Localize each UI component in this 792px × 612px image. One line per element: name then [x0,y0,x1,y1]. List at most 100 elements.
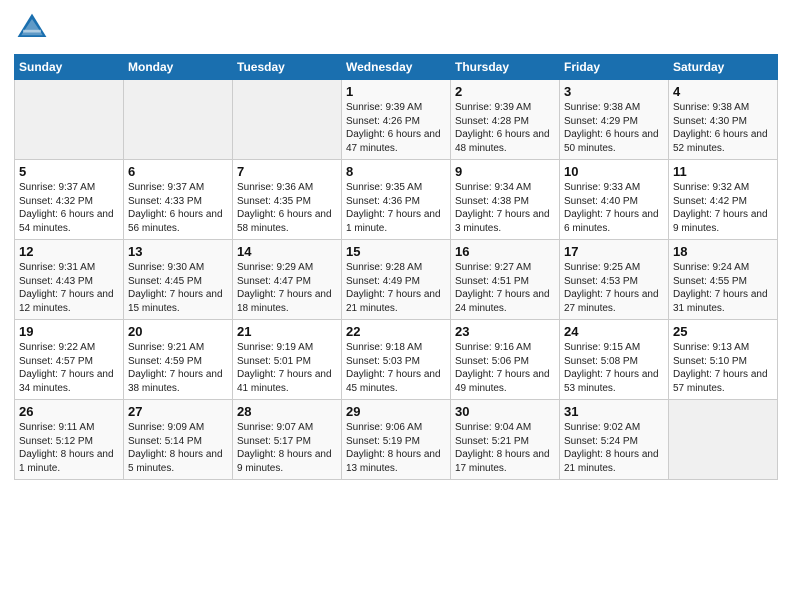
calendar-cell: 30Sunrise: 9:04 AM Sunset: 5:21 PM Dayli… [451,400,560,480]
day-number: 12 [19,244,119,259]
calendar-cell: 29 Sunrise: 9:06 AM Sunset: 5:19 PM Dayli… [342,400,451,480]
day-number: 17 [564,244,664,259]
day-number: 13 [128,244,228,259]
calendar-cell: 14Sunrise: 9:29 AM Sunset: 4:47 PM Dayli… [233,240,342,320]
calendar-cell: 27 Sunrise: 9:09 AM Sunset: 5:14 PM Dayli… [124,400,233,480]
calendar-cell: 18 Sunrise: 9:24 AM Sunset: 4:55 PM Dayli… [669,240,778,320]
day-number: 29 [346,404,446,419]
day-number: 15 [346,244,446,259]
cell-info: Sunrise: 9:19 AM Sunset: 5:01 PM Dayligh… [237,341,337,395]
weekday-header-sunday: Sunday [15,55,124,80]
cell-info: Sunrise: 9:09 AM Sunset: 5:14 PM Dayligh… [128,421,228,475]
day-number: 2 [455,84,555,99]
day-number: 14 [237,244,337,259]
cell-info: Sunrise: 9:06 AM Sunset: 5:19 PM Dayligh… [346,421,446,475]
day-number: 7 [237,164,337,179]
day-number: 5 [19,164,119,179]
page-container: SundayMondayTuesdayWednesdayThursdayFrid… [0,0,792,486]
cell-info: Sunrise: 9:38 AM Sunset: 4:30 PM Dayligh… [673,101,773,155]
day-number: 6 [128,164,228,179]
day-number: 3 [564,84,664,99]
logo-icon [14,10,50,46]
cell-info: Sunrise: 9:24 AM Sunset: 4:55 PM Dayligh… [673,261,773,315]
day-number: 11 [673,164,773,179]
calendar-cell: 5 Sunrise: 9:37 AM Sunset: 4:32 PM Daylig… [15,160,124,240]
calendar-cell: 21 Sunrise: 9:19 AM Sunset: 5:01 PM Dayli… [233,320,342,400]
calendar-cell: 6 Sunrise: 9:37 AM Sunset: 4:33 PM Daylig… [124,160,233,240]
logo [14,10,54,46]
day-number: 9 [455,164,555,179]
day-number: 27 [128,404,228,419]
calendar-cell: 12 Sunrise: 9:31 AM Sunset: 4:43 PM Dayli… [15,240,124,320]
weekday-header-wednesday: Wednesday [342,55,451,80]
day-number: 31 [564,404,664,419]
calendar-cell: 20Sunrise: 9:21 AM Sunset: 4:59 PM Dayli… [124,320,233,400]
calendar-week-row: 26 Sunrise: 9:11 AM Sunset: 5:12 PM Dayli… [15,400,778,480]
calendar-cell: 1 Sunrise: 9:39 AM Sunset: 4:26 PM Daylig… [342,80,451,160]
day-number: 26 [19,404,119,419]
cell-info: Sunrise: 9:31 AM Sunset: 4:43 PM Dayligh… [19,261,119,315]
cell-info: Sunrise: 9:27 AM Sunset: 4:51 PM Dayligh… [455,261,555,315]
day-number: 10 [564,164,664,179]
calendar-cell [233,80,342,160]
calendar-cell: 17 Sunrise: 9:25 AM Sunset: 4:53 PM Dayli… [560,240,669,320]
weekday-header-monday: Monday [124,55,233,80]
cell-info: Sunrise: 9:36 AM Sunset: 4:35 PM Dayligh… [237,181,337,235]
day-number: 24 [564,324,664,339]
cell-info: Sunrise: 9:37 AM Sunset: 4:33 PM Dayligh… [128,181,228,235]
day-number: 1 [346,84,446,99]
cell-info: Sunrise: 9:33 AM Sunset: 4:40 PM Dayligh… [564,181,664,235]
cell-info: Sunrise: 9:15 AM Sunset: 5:08 PM Dayligh… [564,341,664,395]
calendar-cell: 28Sunrise: 9:07 AM Sunset: 5:17 PM Dayli… [233,400,342,480]
cell-info: Sunrise: 9:21 AM Sunset: 4:59 PM Dayligh… [128,341,228,395]
calendar-cell: 3 Sunrise: 9:38 AM Sunset: 4:29 PM Daylig… [560,80,669,160]
calendar-cell: 9 Sunrise: 9:34 AM Sunset: 4:38 PM Daylig… [451,160,560,240]
calendar-cell: 13 Sunrise: 9:30 AM Sunset: 4:45 PM Dayli… [124,240,233,320]
cell-info: Sunrise: 9:39 AM Sunset: 4:26 PM Dayligh… [346,101,446,155]
day-number: 25 [673,324,773,339]
calendar-cell: 10 Sunrise: 9:33 AM Sunset: 4:40 PM Dayli… [560,160,669,240]
cell-info: Sunrise: 9:38 AM Sunset: 4:29 PM Dayligh… [564,101,664,155]
cell-info: Sunrise: 9:25 AM Sunset: 4:53 PM Dayligh… [564,261,664,315]
cell-info: Sunrise: 9:37 AM Sunset: 4:32 PM Dayligh… [19,181,119,235]
calendar-cell: 11 Sunrise: 9:32 AM Sunset: 4:42 PM Dayli… [669,160,778,240]
cell-info: Sunrise: 9:28 AM Sunset: 4:49 PM Dayligh… [346,261,446,315]
day-number: 22 [346,324,446,339]
day-number: 18 [673,244,773,259]
cell-info: Sunrise: 9:32 AM Sunset: 4:42 PM Dayligh… [673,181,773,235]
day-number: 16 [455,244,555,259]
cell-info: Sunrise: 9:16 AM Sunset: 5:06 PM Dayligh… [455,341,555,395]
cell-info: Sunrise: 9:39 AM Sunset: 4:28 PM Dayligh… [455,101,555,155]
calendar-cell: 16 Sunrise: 9:27 AM Sunset: 4:51 PM Dayli… [451,240,560,320]
calendar-cell [669,400,778,480]
cell-info: Sunrise: 9:18 AM Sunset: 5:03 PM Dayligh… [346,341,446,395]
cell-info: Sunrise: 9:07 AM Sunset: 5:17 PM Dayligh… [237,421,337,475]
cell-info: Sunrise: 9:35 AM Sunset: 4:36 PM Dayligh… [346,181,446,235]
calendar-cell: 25 Sunrise: 9:13 AM Sunset: 5:10 PM Dayli… [669,320,778,400]
cell-info: Sunrise: 9:13 AM Sunset: 5:10 PM Dayligh… [673,341,773,395]
calendar-week-row: 5 Sunrise: 9:37 AM Sunset: 4:32 PM Daylig… [15,160,778,240]
day-number: 19 [19,324,119,339]
cell-info: Sunrise: 9:30 AM Sunset: 4:45 PM Dayligh… [128,261,228,315]
weekday-header-tuesday: Tuesday [233,55,342,80]
cell-info: Sunrise: 9:11 AM Sunset: 5:12 PM Dayligh… [19,421,119,475]
calendar-cell: 4 Sunrise: 9:38 AM Sunset: 4:30 PM Daylig… [669,80,778,160]
calendar-week-row: 19 Sunrise: 9:22 AM Sunset: 4:57 PM Dayli… [15,320,778,400]
day-number: 8 [346,164,446,179]
weekday-header-thursday: Thursday [451,55,560,80]
cell-info: Sunrise: 9:04 AM Sunset: 5:21 PM Dayligh… [455,421,555,475]
calendar-cell: 24 Sunrise: 9:15 AM Sunset: 5:08 PM Dayli… [560,320,669,400]
day-number: 4 [673,84,773,99]
calendar-cell: 15 Sunrise: 9:28 AM Sunset: 4:49 PM Dayli… [342,240,451,320]
day-number: 23 [455,324,555,339]
calendar-cell [124,80,233,160]
cell-info: Sunrise: 9:34 AM Sunset: 4:38 PM Dayligh… [455,181,555,235]
day-number: 21 [237,324,337,339]
calendar-cell: 22 Sunrise: 9:18 AM Sunset: 5:03 PM Dayli… [342,320,451,400]
cell-info: Sunrise: 9:22 AM Sunset: 4:57 PM Dayligh… [19,341,119,395]
calendar-cell: 7 Sunrise: 9:36 AM Sunset: 4:35 PM Daylig… [233,160,342,240]
calendar-cell: 26 Sunrise: 9:11 AM Sunset: 5:12 PM Dayli… [15,400,124,480]
calendar-week-row: 1 Sunrise: 9:39 AM Sunset: 4:26 PM Daylig… [15,80,778,160]
calendar-cell: 23 Sunrise: 9:16 AM Sunset: 5:06 PM Dayli… [451,320,560,400]
calendar-week-row: 12 Sunrise: 9:31 AM Sunset: 4:43 PM Dayli… [15,240,778,320]
